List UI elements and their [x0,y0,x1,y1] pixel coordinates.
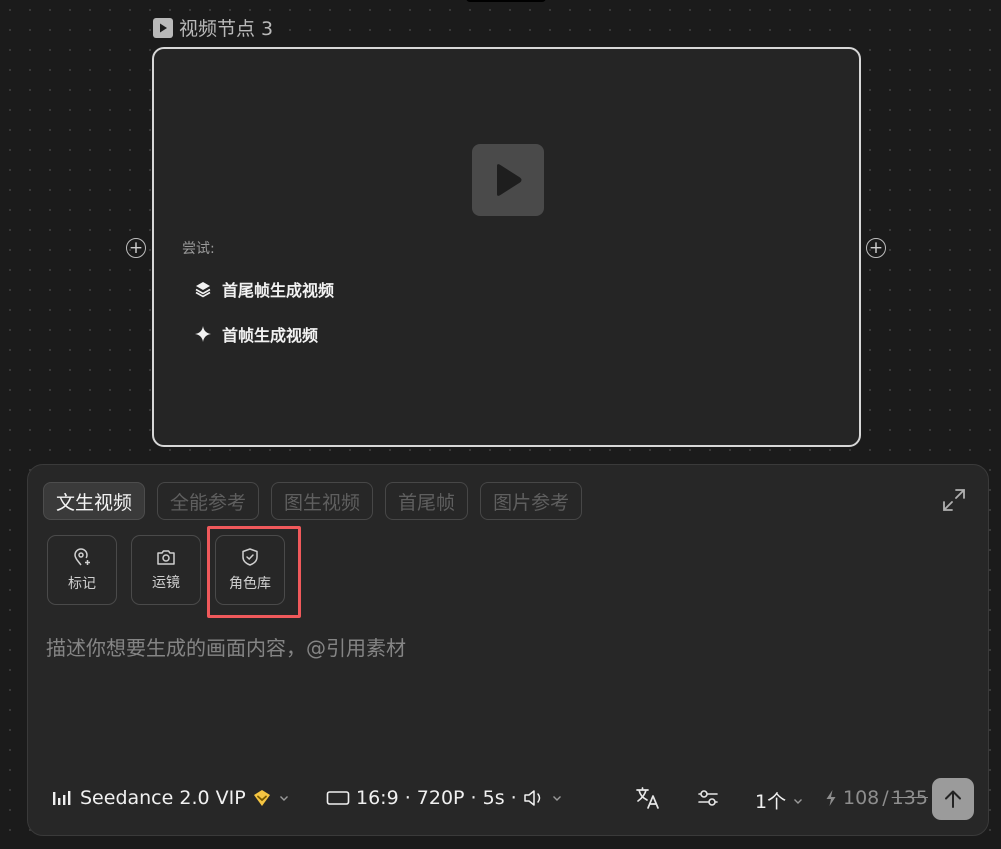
video-params-selector[interactable]: 16:9 · 720P · 5s · [326,787,563,809]
chevron-down-icon [552,796,561,801]
tool-label: 运镜 [152,575,180,591]
highlight-box [207,526,301,618]
suggestion-first-frame[interactable]: 首帧生成视频 [194,322,318,346]
settings-button[interactable] [694,784,722,812]
tab-image-reference[interactable]: 图片参考 [480,482,583,520]
output-count-text: 1个 [755,791,787,813]
translate-button[interactable] [634,784,662,812]
try-label: 尝试: [182,241,215,257]
bottom-toolbar: Seedance 2.0 VIP 16:9 · 720P · 5s · 1个 1… [28,775,988,825]
node-title: 视频节点 3 [153,14,273,41]
mark-tool-button[interactable]: 标记 [47,535,117,605]
layers-icon [195,282,211,298]
tab-omni-reference[interactable]: 全能参考 [157,482,260,520]
add-left-connection-button[interactable]: + [126,238,146,258]
video-params-text: 16:9 · 720P · 5s · [356,787,517,809]
vip-badge-icon [253,790,270,806]
send-button[interactable] [932,778,974,820]
mode-tabs: 文生视频 全能参考 图生视频 首尾帧 图片参考 [43,482,583,520]
cost-original: 135 [891,787,928,809]
chevron-down-icon [279,796,288,801]
add-right-connection-button[interactable]: + [866,238,886,258]
top-notch [466,0,546,2]
cost-separator: / [882,787,889,809]
prompt-input[interactable]: 描述你想要生成的画面内容，@引用素材 [46,632,406,661]
lightning-icon [826,790,836,806]
model-selector[interactable]: Seedance 2.0 VIP [52,787,290,809]
video-node-card[interactable]: 尝试: 首尾帧生成视频 首帧生成视频 [152,47,861,447]
suggestion-label: 首帧生成视频 [222,326,319,345]
play-button[interactable] [472,144,544,216]
node-title-text: 视频节点 3 [179,18,274,40]
model-name: Seedance 2.0 VIP [80,787,246,809]
tab-first-last-frame[interactable]: 首尾帧 [385,482,469,520]
arrow-up-icon [945,790,961,808]
camera-motion-tool-button[interactable]: 运镜 [131,535,201,605]
sparkle-icon [195,326,211,342]
tab-text-to-video[interactable]: 文生视频 [43,482,146,520]
tool-label: 标记 [68,576,96,592]
suggestion-first-last-frame[interactable]: 首尾帧生成视频 [194,277,334,301]
output-count-selector[interactable]: 1个 [755,787,804,814]
map-pin-plus-icon [74,548,90,566]
sliders-icon [698,790,718,806]
tab-image-to-video[interactable]: 图生视频 [271,482,374,520]
translate-icon [636,787,659,809]
aspect-ratio-icon [326,791,350,805]
model-bars-icon [53,791,71,805]
video-node-icon [153,17,173,38]
chevron-down-icon [794,798,803,804]
play-icon [497,164,522,196]
generation-panel: 文生视频 全能参考 图生视频 首尾帧 图片参考 标记 运镜 角色库 描述你想要生… [27,464,989,836]
camera-icon [157,550,175,565]
suggestion-label: 首尾帧生成视频 [222,281,335,300]
credit-cost: 108/135 [825,787,928,809]
cost-current: 108 [843,787,880,809]
speaker-icon [523,790,540,806]
expand-icon[interactable] [941,487,967,513]
